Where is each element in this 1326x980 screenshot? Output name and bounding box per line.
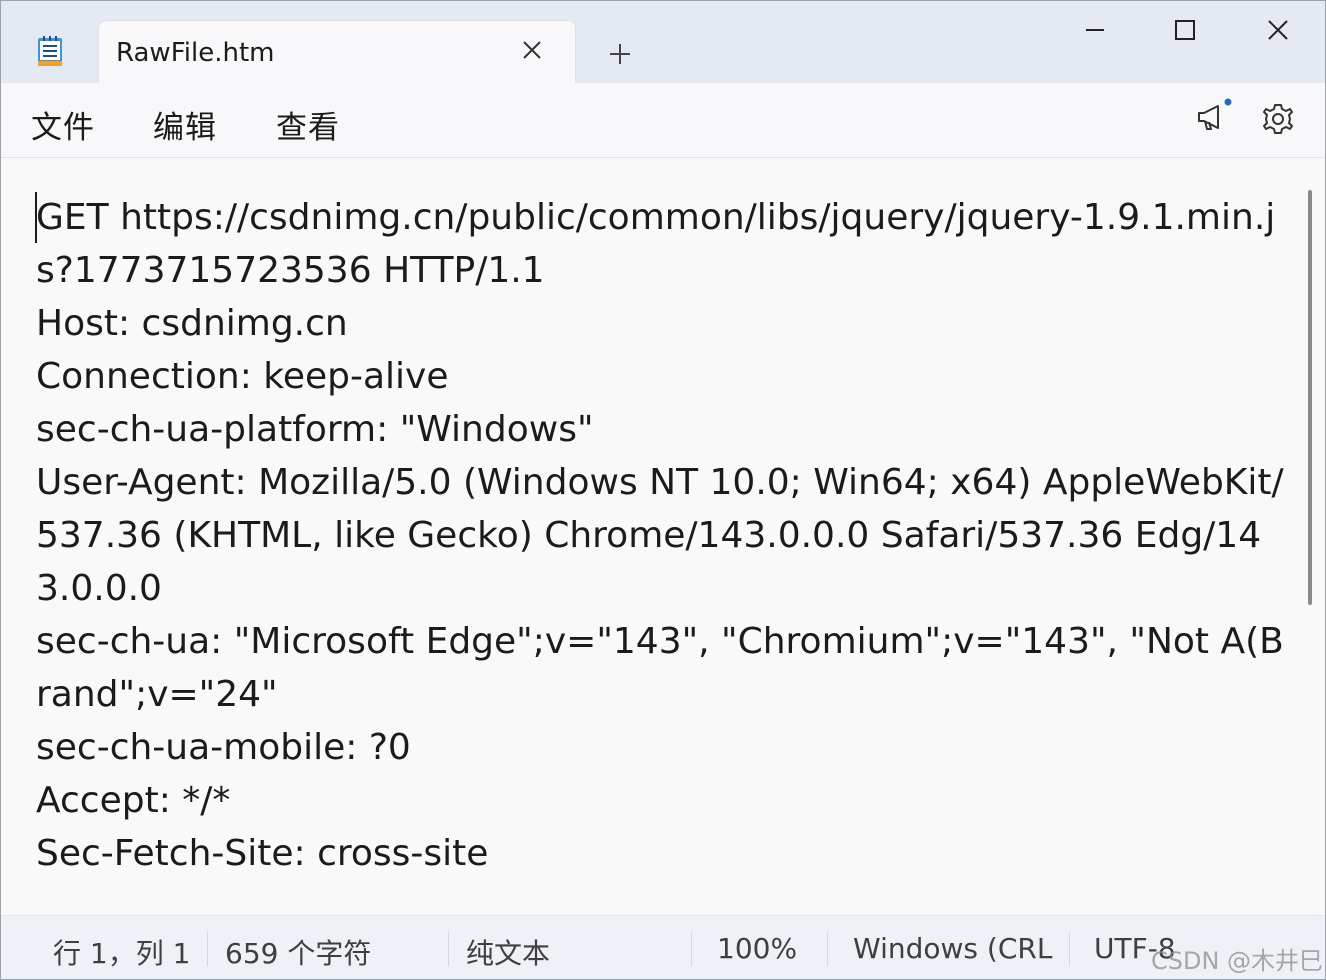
tab-title: RawFile.htm [116, 38, 275, 68]
menu-view[interactable]: 查看 [276, 102, 340, 147]
text-caret [35, 192, 37, 243]
plus-icon[interactable] [601, 37, 639, 71]
notepad-window: RawFile.htm 文件 编辑 查看 GET https://csdnimg… [0, 0, 1326, 980]
status-divider [448, 932, 449, 966]
status-divider [1069, 932, 1070, 966]
menu-file[interactable]: 文件 [31, 102, 95, 147]
status-divider [827, 932, 828, 966]
text-editor[interactable]: GET https://csdnimg.cn/public/common/lib… [1, 158, 1325, 915]
notepad-icon [37, 35, 63, 67]
status-line-ending[interactable]: Windows (CRLF [853, 932, 1053, 965]
watermark: CSDN @木井巳 [1151, 947, 1324, 975]
editor-content[interactable]: GET https://csdnimg.cn/public/common/lib… [36, 191, 1286, 880]
gear-icon[interactable] [1260, 101, 1296, 137]
menu-edit[interactable]: 编辑 [153, 102, 217, 147]
status-position[interactable]: 行 1，列 1 [53, 932, 190, 972]
menu-bar: 文件 编辑 查看 [1, 83, 1325, 158]
minimize-icon[interactable] [1067, 9, 1123, 51]
vertical-scrollbar[interactable] [1308, 190, 1312, 605]
title-bar[interactable]: RawFile.htm [1, 1, 1325, 83]
close-icon[interactable] [1250, 9, 1306, 51]
status-format[interactable]: 纯文本 [466, 932, 550, 972]
status-zoom[interactable]: 100% [717, 932, 797, 965]
tab-rawfile[interactable]: RawFile.htm [98, 20, 576, 83]
megaphone-icon[interactable] [1194, 97, 1234, 137]
status-divider [691, 932, 692, 966]
maximize-icon[interactable] [1157, 9, 1213, 51]
status-char-count: 659 个字符 [225, 937, 372, 970]
status-divider [207, 932, 208, 966]
status-bar: 行 1，列 1 659 个字符 纯文本 100% Windows (CRLF U… [1, 915, 1325, 979]
close-icon[interactable] [517, 35, 547, 65]
